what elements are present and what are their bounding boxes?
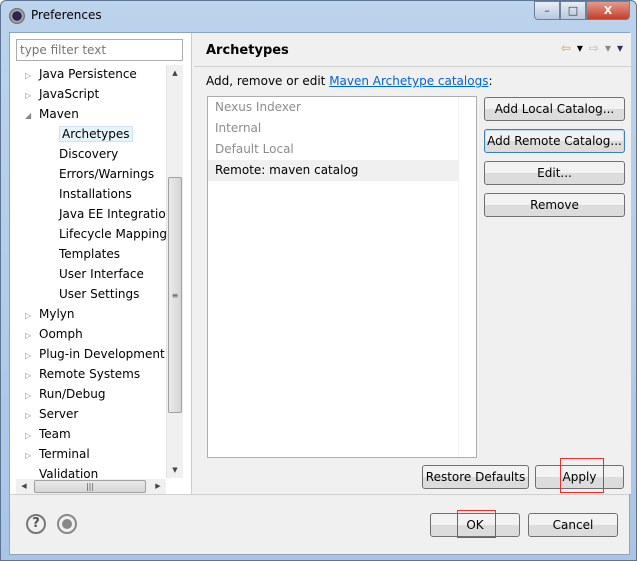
tree-item-label: Team bbox=[39, 427, 71, 441]
restore-defaults-button[interactable]: Restore Defaults bbox=[422, 465, 529, 489]
tree-item[interactable]: ▷ Plug-in Development bbox=[25, 345, 165, 363]
tree-item[interactable]: ▷ JavaScript bbox=[25, 85, 99, 103]
vertical-scrollbar[interactable]: ▲ ≡ ▼ bbox=[166, 65, 183, 478]
tree-item[interactable]: Validation bbox=[25, 465, 98, 478]
tree-item[interactable]: User Settings bbox=[59, 285, 139, 303]
preferences-window: Preferences – □ X ▷Java Persistence▷Java… bbox=[0, 0, 637, 561]
window-title: Preferences bbox=[31, 8, 102, 22]
scroll-down-icon[interactable]: ▼ bbox=[167, 462, 183, 478]
back-arrow-icon[interactable]: ⇦ bbox=[561, 41, 571, 55]
page-description: Add, remove or edit Maven Archetype cata… bbox=[206, 74, 493, 88]
divider bbox=[194, 66, 631, 67]
tree-item[interactable]: ▷ Run/Debug bbox=[25, 385, 106, 403]
expand-icon[interactable]: ▷ bbox=[25, 367, 39, 385]
tree-item[interactable]: ▷ Server bbox=[25, 405, 78, 423]
tree-item-label: Terminal bbox=[39, 447, 90, 461]
scroll-right-icon[interactable]: ▶ bbox=[150, 479, 166, 494]
scroll-thumb[interactable]: ≡ bbox=[168, 177, 182, 413]
tree-item[interactable]: ▷ Oomph bbox=[25, 325, 83, 343]
tree-item-label: Run/Debug bbox=[39, 387, 106, 401]
expand-icon[interactable]: ▷ bbox=[25, 407, 39, 425]
catalog-item[interactable]: Default Local bbox=[208, 139, 458, 160]
preference-tree: ▷ Java Persistence ▷ JavaScript ◢ Maven Archet… bbox=[10, 65, 166, 478]
scroll-left-icon[interactable]: ◀ bbox=[16, 479, 32, 494]
filter-input[interactable] bbox=[16, 39, 183, 61]
tree-item-label: Plug-in Development bbox=[39, 347, 165, 361]
collapse-icon[interactable]: ◢ bbox=[25, 107, 39, 125]
edit-button[interactable]: Edit... bbox=[484, 161, 625, 185]
expand-icon[interactable]: ▷ bbox=[25, 307, 39, 325]
expand-icon[interactable]: ▷ bbox=[25, 327, 39, 345]
tree-item-label: Discovery bbox=[59, 147, 119, 161]
close-button[interactable]: X bbox=[586, 1, 630, 20]
view-menu-icon[interactable]: ▾ bbox=[617, 41, 623, 55]
tree-item[interactable]: Java EE Integration bbox=[59, 205, 166, 223]
help-icon[interactable]: ? bbox=[26, 514, 46, 534]
tree-item-label: Installations bbox=[59, 187, 132, 201]
apply-button[interactable]: Apply bbox=[535, 465, 624, 489]
add-remote-catalog-button[interactable]: Add Remote Catalog... bbox=[484, 129, 625, 153]
preference-tree-panel: ▷Java Persistence▷JavaScript◢MavenArchet… bbox=[10, 33, 192, 494]
hscroll-thumb[interactable]: ||| bbox=[34, 480, 146, 493]
scroll-up-icon[interactable]: ▲ bbox=[167, 65, 183, 81]
tree-item-label: JavaScript bbox=[39, 87, 100, 101]
expand-icon[interactable]: ▷ bbox=[25, 387, 39, 405]
tree-item-label: Maven bbox=[39, 107, 79, 121]
expand-icon[interactable]: ▷ bbox=[25, 67, 39, 85]
catalog-item[interactable]: Internal bbox=[208, 118, 458, 139]
tree-item[interactable]: Lifecycle Mapping bbox=[59, 225, 166, 243]
expand-icon[interactable]: ▷ bbox=[25, 447, 39, 465]
record-icon[interactable] bbox=[57, 514, 77, 534]
forward-arrow-icon[interactable]: ⇨ bbox=[589, 41, 599, 55]
tree-item[interactable]: Installations bbox=[59, 185, 132, 203]
forward-menu-icon[interactable]: ▾ bbox=[605, 41, 611, 55]
tree-item-label: Java EE Integration bbox=[59, 207, 166, 221]
tree-item-label: User Interface bbox=[59, 267, 144, 281]
eclipse-icon bbox=[9, 8, 25, 24]
expand-icon[interactable]: ▷ bbox=[25, 427, 39, 445]
tree-item[interactable]: Templates bbox=[59, 245, 120, 263]
catalog-list[interactable]: Nexus Indexer Internal Default Local Rem… bbox=[207, 96, 477, 458]
tree-item-label: Java Persistence bbox=[39, 67, 137, 81]
tree-item[interactable]: Discovery bbox=[59, 145, 118, 163]
tree-item[interactable]: ▷ Mylyn bbox=[25, 305, 75, 323]
divider bbox=[10, 494, 629, 495]
expand-icon[interactable]: ▷ bbox=[25, 347, 39, 365]
ok-button[interactable]: OK bbox=[430, 513, 520, 537]
tree-item[interactable]: ◢ Maven bbox=[25, 105, 79, 123]
maximize-button[interactable]: □ bbox=[560, 1, 586, 20]
description-colon: : bbox=[488, 74, 493, 88]
tree-item[interactable]: ▷ Java Persistence bbox=[25, 65, 137, 83]
minimize-button[interactable]: – bbox=[534, 1, 560, 20]
add-local-catalog-button[interactable]: Add Local Catalog... bbox=[484, 97, 625, 121]
expand-icon[interactable]: ▷ bbox=[25, 87, 39, 105]
tree-item-label: Remote Systems bbox=[39, 367, 141, 381]
tree-item[interactable]: Errors/Warnings bbox=[59, 165, 154, 183]
tree-item[interactable]: ▷ Terminal bbox=[25, 445, 90, 463]
tree-item-label: Lifecycle Mapping bbox=[59, 227, 166, 241]
page-title: Archetypes bbox=[206, 43, 289, 58]
archetypes-page: Archetypes ⇦ ▾ ⇨ ▾ ▾ Add, remove or edit… bbox=[194, 33, 631, 494]
tree-item[interactable]: Archetypes bbox=[59, 125, 133, 143]
catalogs-link[interactable]: Maven Archetype catalogs bbox=[329, 74, 488, 88]
tree-item-label: Mylyn bbox=[39, 307, 75, 321]
catalog-item-selected[interactable]: Remote: maven catalog bbox=[208, 160, 458, 181]
tree-item[interactable]: ▷ Remote Systems bbox=[25, 365, 140, 383]
description-text: Add, remove or edit bbox=[206, 74, 330, 88]
tree-item-label: Oomph bbox=[39, 327, 83, 341]
tree-item-label: Server bbox=[39, 407, 79, 421]
tree-item-label: Archetypes bbox=[59, 126, 133, 142]
tree-item[interactable]: User Interface bbox=[59, 265, 144, 283]
tree-item-label: Validation bbox=[39, 467, 99, 478]
cancel-button[interactable]: Cancel bbox=[528, 513, 618, 537]
tree-item-label: User Settings bbox=[59, 287, 140, 301]
tree-item[interactable]: ▷ Team bbox=[25, 425, 71, 443]
back-menu-icon[interactable]: ▾ bbox=[577, 41, 583, 55]
remove-button[interactable]: Remove bbox=[484, 193, 625, 217]
catalog-item[interactable]: Nexus Indexer bbox=[208, 97, 458, 118]
tree-item-label: Errors/Warnings bbox=[59, 167, 155, 181]
tree-item-label: Templates bbox=[59, 247, 121, 261]
horizontal-scrollbar[interactable]: ◀ ||| ▶ bbox=[16, 479, 166, 494]
